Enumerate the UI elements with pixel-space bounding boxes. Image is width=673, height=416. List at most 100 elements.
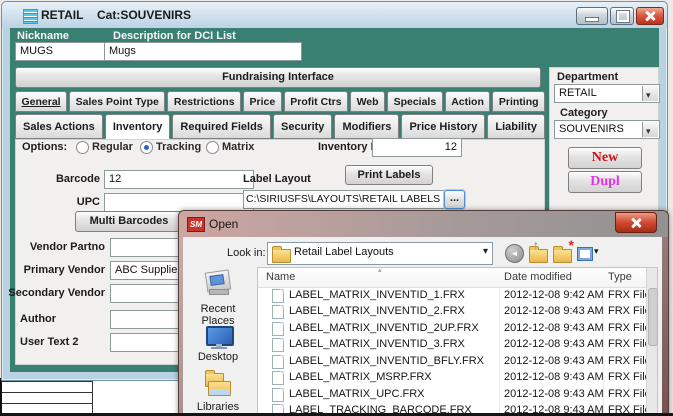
desktop-icon[interactable] bbox=[205, 325, 234, 349]
radio-tracking[interactable] bbox=[140, 141, 153, 154]
app-icon bbox=[23, 9, 38, 24]
secondary-vendor-label: Secondary Vendor bbox=[8, 287, 105, 299]
radio-regular-label[interactable]: Regular bbox=[92, 141, 133, 153]
tab-modifiers[interactable]: Modifiers bbox=[334, 114, 400, 139]
tab-required-fields[interactable]: Required Fields bbox=[172, 114, 271, 139]
category-label: Category bbox=[560, 107, 608, 119]
print-labels-button[interactable]: Print Labels bbox=[345, 165, 433, 185]
dupl-button[interactable]: Dupl bbox=[568, 171, 642, 193]
file-list: Name Date modified Type LABEL_MATRIX_INV… bbox=[257, 267, 658, 416]
open-dialog-title-bar[interactable]: SM Open bbox=[179, 211, 668, 237]
tab-general[interactable]: General bbox=[15, 91, 68, 112]
maximize-button[interactable] bbox=[610, 7, 634, 25]
file-name: LABEL_MATRIX_MSRP.FRX bbox=[289, 371, 432, 383]
column-header-name[interactable]: Name bbox=[266, 271, 295, 283]
radio-matrix[interactable] bbox=[206, 141, 219, 154]
tab-price[interactable]: Price bbox=[243, 91, 282, 112]
look-in-value: Retail Label Layouts bbox=[294, 246, 394, 258]
close-button[interactable] bbox=[636, 7, 664, 25]
recent-places-icon[interactable] bbox=[203, 269, 233, 295]
window-title-category: Cat:SOUVENIRS bbox=[97, 8, 192, 22]
primary-vendor-label: Primary Vendor bbox=[23, 264, 105, 276]
open-dialog-close-button[interactable] bbox=[615, 212, 657, 233]
file-icon bbox=[272, 354, 284, 369]
libraries-icon[interactable] bbox=[203, 370, 233, 399]
grid-line bbox=[2, 403, 92, 404]
views-menu-button[interactable] bbox=[577, 244, 605, 262]
file-row[interactable]: LABEL_MATRIX_INVENTID_2UP.FRX 2012-12-08… bbox=[258, 320, 651, 337]
place-desktop[interactable]: Desktop bbox=[183, 351, 253, 363]
nickname-input[interactable]: MUGS bbox=[15, 42, 109, 61]
fundraising-interface-button[interactable]: Fundraising Interface bbox=[15, 67, 541, 88]
file-row[interactable]: LABEL_MATRIX_INVENTID_BFLY.FRX 2012-12-0… bbox=[258, 353, 651, 370]
window-title: RETAIL bbox=[41, 8, 84, 22]
open-dialog: SM Open Look in: Retail Label Layouts ▾ … bbox=[178, 210, 669, 416]
file-row[interactable]: LABEL_MATRIX_INVENTID_3.FRX 2012-12-08 9… bbox=[258, 337, 651, 354]
scrollbar[interactable] bbox=[646, 268, 658, 416]
file-rows: LABEL_MATRIX_INVENTID_1.FRX 2012-12-08 9… bbox=[258, 287, 651, 416]
author-label: Author bbox=[20, 313, 57, 325]
back-button[interactable] bbox=[505, 244, 524, 263]
background-grid-window bbox=[0, 378, 180, 416]
radio-matrix-label[interactable]: Matrix bbox=[222, 141, 254, 153]
tab-action[interactable]: Action bbox=[444, 91, 491, 112]
file-row[interactable]: LABEL_MATRIX_UPC.FRX 2012-12-08 9:43 AM … bbox=[258, 386, 651, 403]
up-arrow-icon bbox=[533, 238, 539, 252]
file-list-header: Name Date modified Type bbox=[258, 268, 646, 288]
column-header-date-modified[interactable]: Date modified bbox=[504, 271, 572, 283]
grid-line bbox=[2, 381, 92, 382]
file-row[interactable]: LABEL_MATRIX_INVENTID_2.FRX 2012-12-08 9… bbox=[258, 304, 651, 321]
minimize-icon bbox=[585, 17, 599, 22]
scrollbar-thumb[interactable] bbox=[648, 288, 658, 346]
tab-row-1: General Sales Point Type Restrictions Pr… bbox=[15, 91, 546, 112]
place-recent-places[interactable]: Recent Places bbox=[183, 303, 253, 327]
file-date: 2012-12-08 9:43 AM bbox=[504, 371, 604, 383]
new-button[interactable]: New bbox=[568, 147, 642, 169]
tab-specials[interactable]: Specials bbox=[387, 91, 443, 112]
radio-regular[interactable] bbox=[76, 141, 89, 154]
file-row[interactable]: LABEL_MATRIX_INVENTID_1.FRX 2012-12-08 9… bbox=[258, 287, 651, 304]
browse-button[interactable]: ... bbox=[444, 190, 465, 209]
chevron-down-icon[interactable] bbox=[483, 246, 488, 257]
tab-price-history[interactable]: Price History bbox=[401, 114, 486, 139]
description-input[interactable]: Mugs bbox=[104, 42, 302, 61]
title-bar[interactable]: RETAIL Cat:SOUVENIRS bbox=[2, 2, 667, 28]
department-select[interactable]: RETAIL bbox=[554, 84, 660, 103]
barcode-label: Barcode bbox=[55, 173, 100, 185]
folder-icon bbox=[272, 246, 291, 263]
file-type: FRX File bbox=[608, 321, 651, 334]
inventory-id-field[interactable]: 12 bbox=[372, 138, 462, 157]
column-header-type[interactable]: Type bbox=[608, 271, 632, 283]
tab-printing[interactable]: Printing bbox=[492, 91, 546, 112]
chevron-down-icon[interactable] bbox=[642, 122, 658, 138]
upc-label: UPC bbox=[76, 196, 100, 208]
label-layout-label: Label Layout bbox=[243, 173, 311, 185]
tab-restrictions[interactable]: Restrictions bbox=[167, 91, 242, 112]
up-one-level-button[interactable] bbox=[529, 244, 548, 263]
look-in-combobox[interactable]: Retail Label Layouts bbox=[267, 242, 493, 265]
tab-inventory[interactable]: Inventory bbox=[104, 114, 171, 139]
minimize-button[interactable] bbox=[576, 7, 608, 25]
tab-sales-actions[interactable]: Sales Actions bbox=[15, 114, 103, 139]
tab-liability[interactable]: Liability bbox=[487, 114, 545, 139]
multi-barcodes-button[interactable]: Multi Barcodes bbox=[75, 211, 183, 232]
tab-sales-point-type[interactable]: Sales Point Type bbox=[69, 91, 166, 112]
tab-security[interactable]: Security bbox=[272, 114, 333, 139]
file-icon bbox=[272, 321, 284, 336]
file-row[interactable]: LABEL_MATRIX_MSRP.FRX 2012-12-08 9:43 AM… bbox=[258, 370, 651, 387]
file-type: FRX File bbox=[608, 305, 651, 317]
libraries-front-folder bbox=[208, 381, 231, 396]
label-layout-path-field[interactable]: C:\SIRIUSFS\LAYOUTS\RETAIL LABELS bbox=[243, 190, 447, 209]
chevron-down-icon[interactable] bbox=[642, 86, 658, 102]
new-folder-button[interactable] bbox=[553, 244, 572, 263]
file-name: LABEL_MATRIX_UPC.FRX bbox=[289, 387, 425, 400]
file-icon bbox=[272, 305, 284, 319]
screen: RETAIL Cat:SOUVENIRS Nickname Descriptio… bbox=[0, 0, 673, 416]
radio-tracking-label[interactable]: Tracking bbox=[156, 141, 201, 153]
tab-web[interactable]: Web bbox=[350, 91, 386, 112]
place-libraries[interactable]: Libraries bbox=[183, 401, 253, 413]
sort-arrow-icon bbox=[378, 266, 382, 274]
barcode-input[interactable]: 12 bbox=[104, 170, 254, 189]
tab-profit-ctrs[interactable]: Profit Ctrs bbox=[283, 91, 349, 112]
category-select[interactable]: SOUVENIRS bbox=[554, 120, 660, 139]
